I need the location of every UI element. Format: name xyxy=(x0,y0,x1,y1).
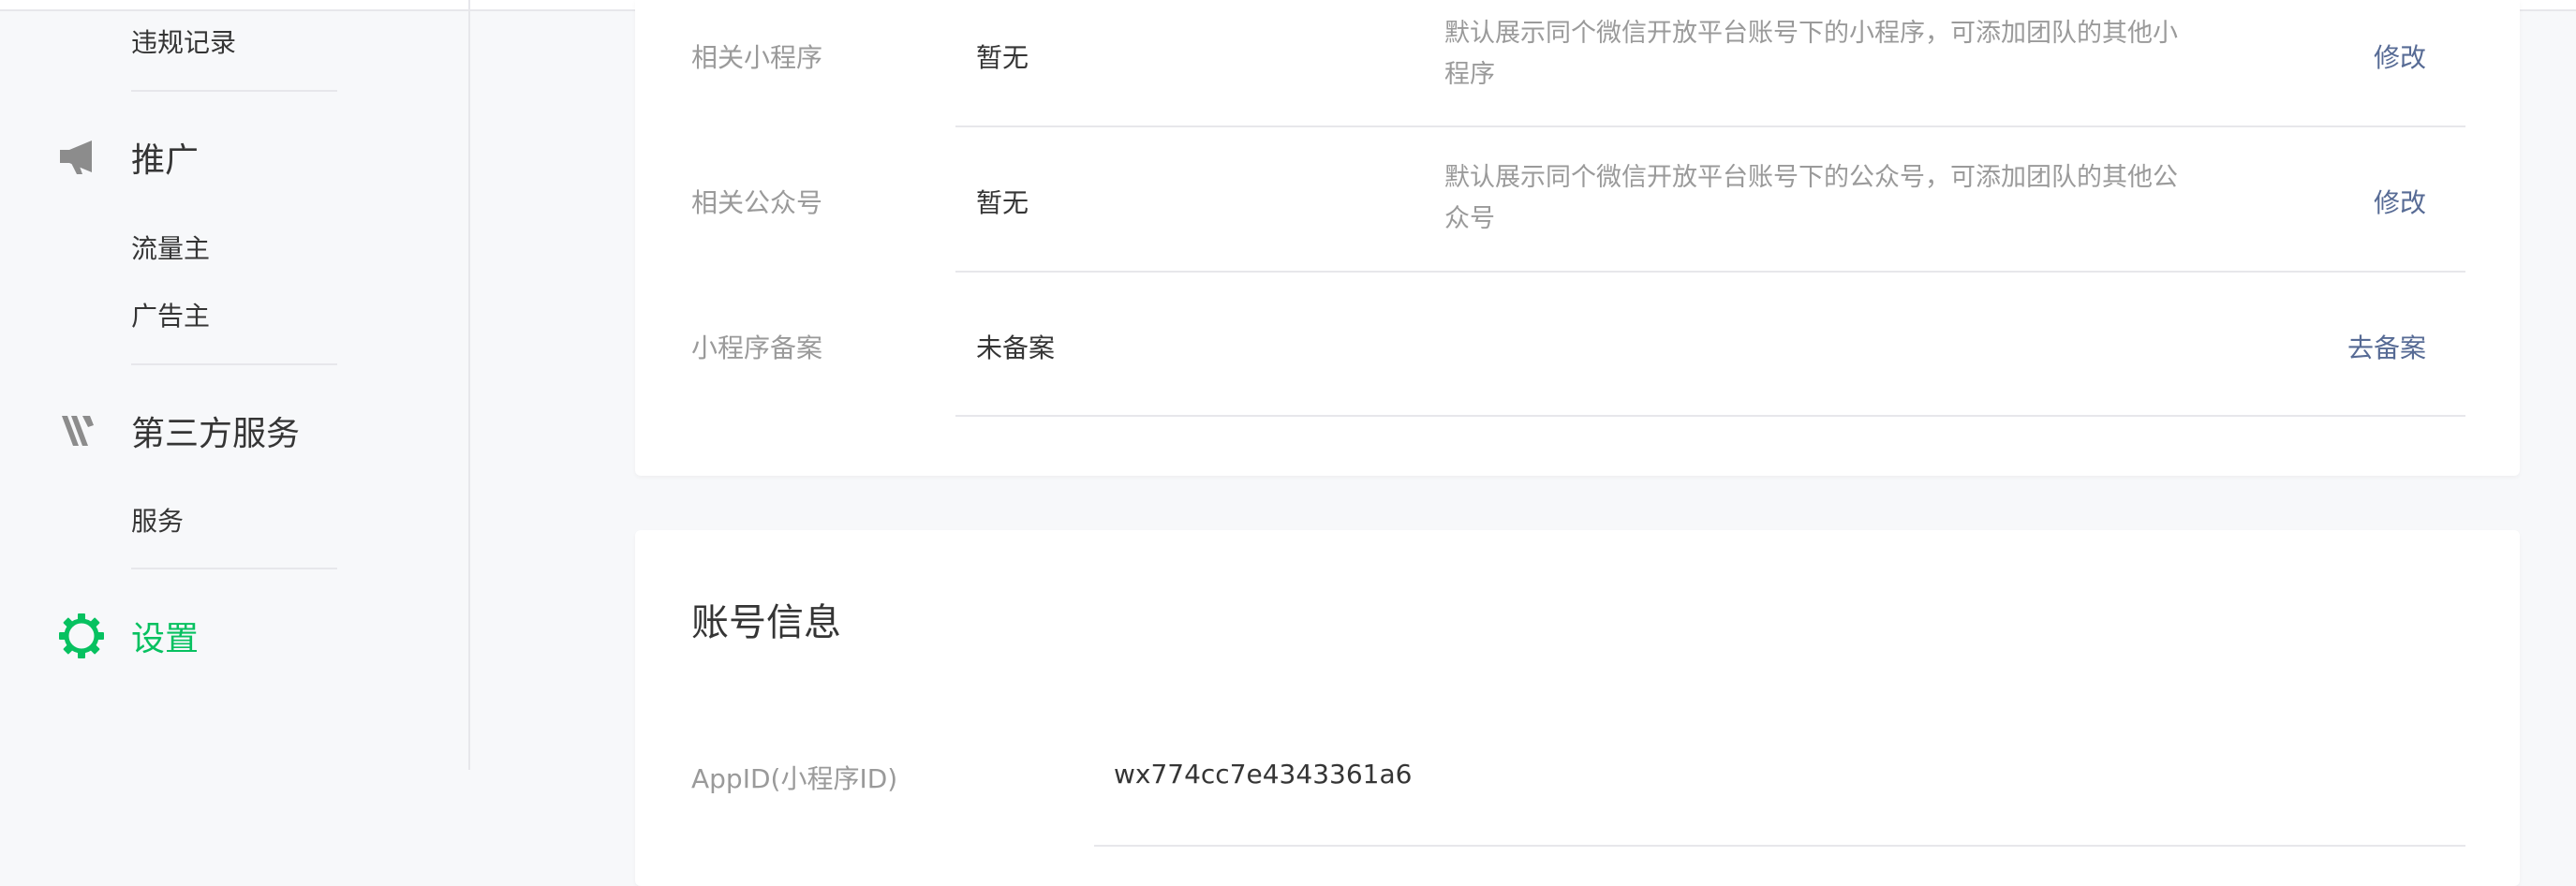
row-description-line: 默认展示同个微信开放平台账号下的小程序，可添加团队的其他小 xyxy=(1444,19,2178,48)
row-value: 未备案 xyxy=(976,332,1056,363)
appid-value: wx774cc7e4343361a6 xyxy=(1114,759,1413,790)
related-info-card: 相关小程序 暂无 默认展示同个微信开放平台账号下的小程序，可添加团队的其他小 程… xyxy=(635,0,2520,476)
sidebar: 违规记录 推广 流量主 广告主 第三方服务 服务 设置 xyxy=(0,0,468,862)
row-divider xyxy=(955,415,2465,417)
sidebar-item-advertiser[interactable]: 广告主 xyxy=(131,298,210,335)
row-value: 暂无 xyxy=(976,42,1029,73)
sidebar-group-promotion[interactable]: 推广 xyxy=(58,131,199,184)
sidebar-divider xyxy=(131,90,337,92)
sidebar-group-third-party[interactable]: 第三方服务 xyxy=(58,405,300,457)
third-party-icon xyxy=(58,407,105,454)
sidebar-group-label: 第三方服务 xyxy=(131,415,301,453)
row-divider xyxy=(1094,845,2465,847)
row-label: 相关公众号 xyxy=(691,187,823,218)
sidebar-group-label: 设置 xyxy=(131,620,200,658)
gear-icon xyxy=(58,613,105,659)
sidebar-item-service[interactable]: 服务 xyxy=(131,503,184,540)
row-divider xyxy=(955,271,2465,273)
sidebar-group-label: 推广 xyxy=(131,141,200,180)
row-description-line: 默认展示同个微信开放平台账号下的公众号，可添加团队的其他公 xyxy=(1444,163,2178,192)
row-description: 默认展示同个微信开放平台账号下的小程序，可添加团队的其他小 程序 xyxy=(1444,13,2222,96)
megaphone-icon xyxy=(58,134,105,181)
sidebar-divider xyxy=(131,568,337,569)
row-description: 默认展示同个微信开放平台账号下的公众号，可添加团队的其他公 众号 xyxy=(1444,157,2222,240)
row-divider xyxy=(955,126,2465,127)
sidebar-item-traffic-owner[interactable]: 流量主 xyxy=(131,230,210,268)
edit-related-official-account-link[interactable]: 修改 xyxy=(2374,183,2426,220)
row-label: 相关小程序 xyxy=(691,42,823,73)
row-value: 暂无 xyxy=(976,187,1029,218)
row-description-line: 众号 xyxy=(1444,204,1495,233)
sidebar-item-violations[interactable]: 违规记录 xyxy=(131,24,236,62)
sidebar-group-settings[interactable]: 设置 xyxy=(58,610,199,662)
account-info-card: 账号信息 AppID(小程序ID) wx774cc7e4343361a6 xyxy=(635,530,2520,886)
appid-label: AppID(小程序ID) xyxy=(691,763,898,794)
edit-related-miniprogram-link[interactable]: 修改 xyxy=(2374,37,2426,75)
account-info-title: 账号信息 xyxy=(691,601,841,644)
row-description-line: 程序 xyxy=(1444,60,1495,89)
sidebar-divider xyxy=(131,363,337,365)
sidebar-border xyxy=(468,0,470,770)
go-filing-link[interactable]: 去备案 xyxy=(2347,328,2426,365)
row-label: 小程序备案 xyxy=(691,332,823,363)
